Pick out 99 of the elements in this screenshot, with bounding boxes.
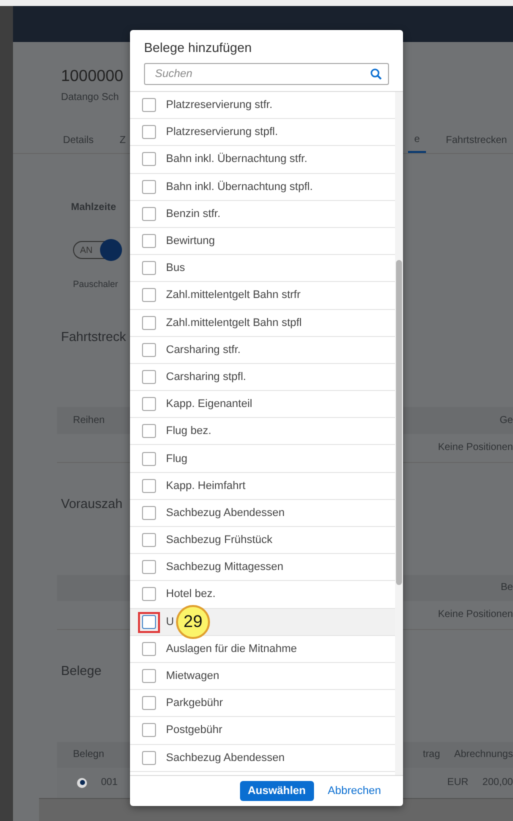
list-item[interactable]: Carsharing stfr.: [130, 336, 395, 364]
item-label: Postgebühr: [166, 724, 222, 736]
checkbox[interactable]: [142, 642, 156, 656]
list-item[interactable]: Carsharing stpfl.: [130, 364, 395, 392]
checkbox[interactable]: [142, 152, 156, 166]
list-item[interactable]: Zahl.mittelentgelt Bahn strfr: [130, 282, 395, 310]
checkbox[interactable]: [142, 288, 156, 302]
checkbox[interactable]: [142, 125, 156, 140]
cancel-button[interactable]: Abbrechen: [320, 781, 389, 801]
table-cell: trag: [422, 749, 440, 760]
item-label: Carsharing stpfl.: [166, 370, 246, 383]
item-label: Bahn inkl. Übernachtung stfr.: [166, 153, 308, 166]
list-item[interactable]: Sachbezug Abendessen: [130, 500, 395, 527]
item-label: Sachbezug Frühstück: [166, 534, 272, 546]
checkbox[interactable]: [142, 206, 156, 221]
item-label: Parkgebühr: [166, 697, 223, 710]
checkbox[interactable]: [142, 587, 156, 602]
checkbox[interactable]: [142, 750, 156, 765]
checkbox[interactable]: [142, 533, 156, 548]
checkbox[interactable]: [142, 506, 156, 520]
item-label: Bahn inkl. Übernachtung stpfl.: [166, 180, 313, 193]
item-label: Sachbezug Abendessen: [166, 506, 285, 519]
item-label: Zahl.mittelentgelt Bahn stpfl: [166, 316, 302, 329]
checkbox[interactable]: [142, 316, 156, 330]
list-item[interactable]: Platzreservierung stfr.: [130, 92, 395, 120]
section-heading: Fahrtstreck: [61, 328, 126, 344]
checkbox[interactable]: [142, 234, 156, 248]
item-label: Kapp. Eigenanteil: [166, 398, 252, 410]
item-label: Benzin stfr.: [166, 208, 220, 220]
list-item[interactable]: Bahn inkl. Übernachtung stpfl.: [130, 174, 395, 201]
checkbox[interactable]: [142, 452, 156, 466]
checkbox[interactable]: [142, 723, 156, 738]
item-label: Mietwagen: [166, 670, 220, 682]
table-cell: Abrechnungs: [454, 749, 513, 760]
item-label: Platzreservierung stfr.: [166, 99, 272, 112]
list-item[interactable]: Sachbezug Frühstück: [130, 527, 395, 554]
list-item[interactable]: Auslagen für die Mitnahme: [130, 636, 395, 663]
checkbox[interactable]: [142, 478, 156, 493]
table-cell: Ge: [500, 415, 513, 426]
table-cell: Keine Positionen: [438, 609, 513, 620]
item-label: U: [166, 616, 174, 628]
list-item[interactable]: Kapp. Heimfahrt: [130, 472, 395, 500]
search-icon[interactable]: [370, 68, 382, 80]
field-label: Mahlzeite: [71, 202, 116, 213]
list-item[interactable]: Sachbezug Abendessen: [130, 744, 395, 772]
item-label: Sachbezug Abendessen: [166, 752, 285, 764]
section-heading: Vorauszah: [61, 496, 122, 512]
checkbox[interactable]: [142, 696, 156, 710]
table-cell: EUR: [447, 777, 468, 788]
table-cell: 200,00: [482, 777, 513, 788]
checkbox[interactable]: [142, 424, 156, 438]
field-label: Pauschaler: [73, 279, 118, 290]
table-cell: Be: [500, 582, 513, 594]
item-label: Hotel bez.: [166, 588, 216, 600]
select-button[interactable]: Auswählen: [240, 781, 314, 801]
checkbox[interactable]: [142, 614, 156, 629]
table-cell: Keine Positionen: [438, 442, 513, 454]
list-item[interactable]: Zahl.mittelentgelt Bahn stpfl: [130, 310, 395, 337]
list-item[interactable]: Bus: [130, 255, 395, 282]
checkbox[interactable]: [142, 180, 156, 194]
list-item[interactable]: Sachbezug Mittagessen: [130, 554, 395, 582]
item-label: Zahl.mittelentgelt Bahn strfr: [166, 289, 301, 302]
scrollbar[interactable]: [395, 92, 403, 775]
item-label: Kapp. Heimfahrt: [166, 480, 246, 492]
list-item[interactable]: Postgebühr: [130, 717, 395, 744]
checkbox[interactable]: [142, 397, 156, 412]
page-title: 1000000: [61, 68, 124, 86]
checkbox[interactable]: [142, 669, 156, 684]
item-label: Platzreservierung stpfl.: [166, 126, 278, 138]
checkbox[interactable]: [142, 560, 156, 574]
item-label: Bus: [166, 262, 185, 274]
item-label: Flug bez.: [166, 425, 212, 438]
checkbox[interactable]: [142, 261, 156, 276]
list-item[interactable]: Bewirtung: [130, 228, 395, 256]
radio-button[interactable]: [77, 778, 87, 788]
list-item[interactable]: Kapp. Eigenanteil: [130, 391, 395, 418]
table-cell: Reihen: [73, 415, 105, 426]
item-label: Auslagen für die Mitnahme: [166, 642, 297, 655]
table-cell: 001: [101, 777, 118, 788]
item-label: Bewirtung: [166, 235, 215, 248]
search-field[interactable]: Suchen: [144, 63, 389, 85]
section-heading: Belege: [61, 663, 102, 678]
item-label: Carsharing stfr.: [166, 344, 241, 356]
list-item[interactable]: Parkgebühr: [130, 690, 395, 718]
list-item[interactable]: Flug: [130, 445, 395, 473]
field-label: Datango Sch: [61, 92, 119, 104]
list-item[interactable]: Mietwagen: [130, 662, 395, 690]
list-item[interactable]: Benzin stfr.: [130, 200, 395, 228]
checkbox[interactable]: [142, 370, 156, 384]
step-callout: 29: [176, 604, 210, 639]
item-label: Flug: [166, 452, 188, 465]
dialog-title: Belege hinzufügen: [143, 39, 253, 57]
table-cell: Belegn: [73, 749, 104, 760]
item-label: Sachbezug Mittagessen: [166, 561, 284, 574]
list-item[interactable]: Bahn inkl. Übernachtung stfr.: [130, 146, 395, 174]
checkbox[interactable]: [142, 98, 156, 112]
list-item[interactable]: Platzreservierung stpfl.: [130, 119, 395, 146]
list-item[interactable]: Flug bez.: [130, 418, 395, 446]
checkbox[interactable]: [142, 342, 156, 357]
